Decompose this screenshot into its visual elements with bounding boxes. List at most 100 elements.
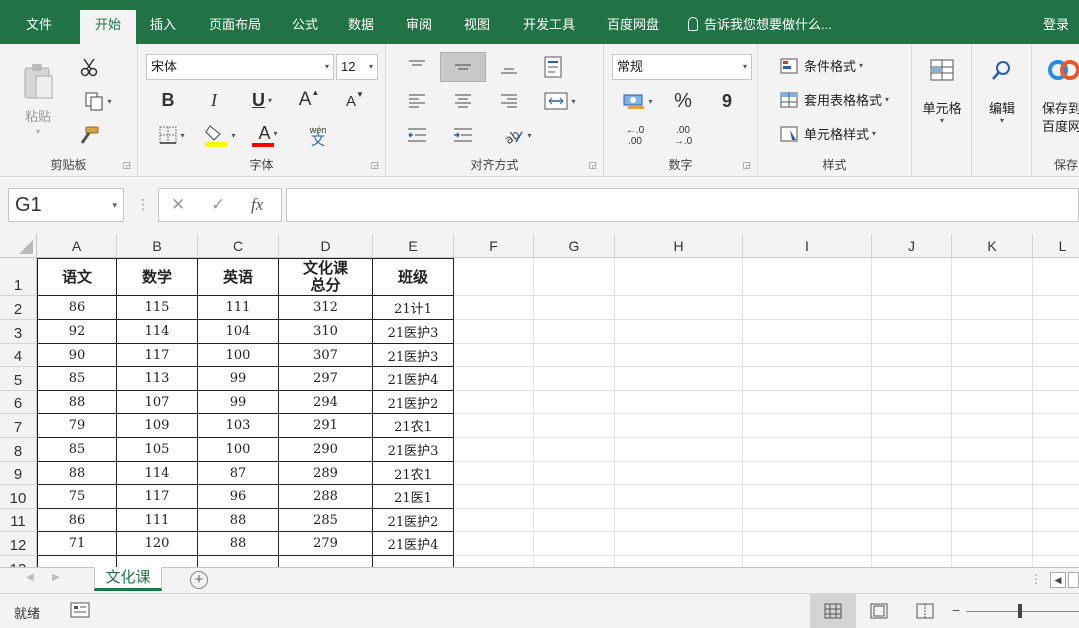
- conditional-formatting-button[interactable]: 条件格式 ▾: [780, 56, 863, 75]
- table-cell[interactable]: 289: [279, 462, 373, 485]
- grow-font-button[interactable]: A ▲: [294, 88, 324, 112]
- empty-cell[interactable]: [1033, 391, 1079, 414]
- font-color-button[interactable]: A ▾: [248, 120, 288, 150]
- table-cell[interactable]: 88: [37, 391, 117, 414]
- align-left-button[interactable]: [402, 88, 432, 114]
- align-top-button[interactable]: [402, 54, 432, 80]
- cancel-icon[interactable]: ✕: [171, 189, 185, 221]
- empty-cell[interactable]: [615, 320, 743, 344]
- empty-cell[interactable]: [872, 556, 952, 567]
- column-header-h[interactable]: H: [615, 234, 743, 258]
- table-cell[interactable]: 291: [279, 414, 373, 438]
- row-header-1[interactable]: 1: [0, 258, 37, 296]
- add-sheet-button[interactable]: +: [190, 571, 208, 589]
- empty-cell[interactable]: [1033, 344, 1079, 367]
- empty-cell[interactable]: [454, 258, 534, 296]
- empty-cell[interactable]: [1033, 556, 1079, 567]
- empty-cell[interactable]: [1033, 320, 1079, 344]
- column-header-f[interactable]: F: [454, 234, 534, 258]
- table-cell[interactable]: 21医护2: [373, 509, 454, 532]
- table-cell[interactable]: 279: [279, 532, 373, 556]
- empty-cell[interactable]: [872, 344, 952, 367]
- empty-cell[interactable]: [1033, 414, 1079, 438]
- empty-cell[interactable]: [952, 485, 1033, 509]
- macro-record-icon[interactable]: [70, 602, 90, 618]
- tab-file[interactable]: 文件: [16, 10, 62, 44]
- decrease-decimal-button[interactable]: .00 →.0: [666, 122, 700, 150]
- format-painter-button[interactable]: [74, 122, 104, 148]
- header-cell[interactable]: 班级: [373, 258, 454, 296]
- empty-cell[interactable]: [534, 258, 615, 296]
- empty-cell[interactable]: [743, 556, 872, 567]
- format-as-table-button[interactable]: 套用表格格式 ▾: [780, 90, 889, 109]
- table-cell[interactable]: 294: [279, 391, 373, 414]
- row-header-3[interactable]: 3: [0, 320, 37, 344]
- empty-cell[interactable]: [872, 414, 952, 438]
- table-cell[interactable]: 99: [198, 391, 279, 414]
- column-header-d[interactable]: D: [279, 234, 373, 258]
- row-header-13[interactable]: 13: [0, 556, 37, 567]
- table-cell[interactable]: 85: [37, 367, 117, 391]
- empty-cell[interactable]: [952, 391, 1033, 414]
- table-cell[interactable]: 288: [279, 485, 373, 509]
- column-header-k[interactable]: K: [952, 234, 1033, 258]
- align-center-button[interactable]: [448, 88, 478, 114]
- empty-cell[interactable]: [615, 344, 743, 367]
- tab-insert[interactable]: 插入: [140, 10, 186, 44]
- tab-page-layout[interactable]: 页面布局: [198, 10, 272, 44]
- phonetic-guide-button[interactable]: wén 文: [298, 120, 338, 150]
- empty-cell[interactable]: [872, 485, 952, 509]
- table-cell[interactable]: 88: [198, 532, 279, 556]
- empty-cell[interactable]: [952, 509, 1033, 532]
- table-cell[interactable]: 107: [117, 391, 198, 414]
- table-cell[interactable]: 96: [198, 485, 279, 509]
- tab-view[interactable]: 视图: [454, 10, 500, 44]
- empty-cell[interactable]: [454, 367, 534, 391]
- empty-cell[interactable]: [534, 414, 615, 438]
- table-cell[interactable]: 100: [198, 344, 279, 367]
- cells-button[interactable]: [922, 52, 962, 88]
- editing-dropdown-icon[interactable]: ▾: [972, 116, 1032, 125]
- empty-cell[interactable]: [952, 556, 1033, 567]
- empty-cell[interactable]: [534, 391, 615, 414]
- table-cell[interactable]: 115: [117, 296, 198, 320]
- column-header-e[interactable]: E: [373, 234, 454, 258]
- table-cell[interactable]: 117: [117, 485, 198, 509]
- cut-button[interactable]: [74, 54, 104, 80]
- column-header-l[interactable]: L: [1033, 234, 1079, 258]
- empty-cell[interactable]: [743, 485, 872, 509]
- column-header-c[interactable]: C: [198, 234, 279, 258]
- align-right-button[interactable]: [494, 88, 524, 114]
- enter-icon[interactable]: ✓: [211, 189, 225, 221]
- empty-cell[interactable]: [534, 367, 615, 391]
- table-cell[interactable]: 86: [37, 296, 117, 320]
- header-cell[interactable]: 英语: [198, 258, 279, 296]
- empty-cell[interactable]: [615, 258, 743, 296]
- empty-cell[interactable]: [872, 296, 952, 320]
- table-cell[interactable]: 85: [37, 438, 117, 462]
- table-cell[interactable]: 114: [117, 462, 198, 485]
- empty-cell[interactable]: [615, 532, 743, 556]
- copy-button[interactable]: ▾: [74, 88, 122, 114]
- formula-input[interactable]: [286, 188, 1079, 222]
- merge-center-button[interactable]: ▾: [536, 88, 584, 114]
- row-header-2[interactable]: 2: [0, 296, 37, 320]
- scroll-last-sheet-icon[interactable]: ▶: [52, 572, 60, 583]
- table-cell[interactable]: [198, 556, 279, 567]
- empty-cell[interactable]: [743, 532, 872, 556]
- empty-cell[interactable]: [743, 367, 872, 391]
- table-cell[interactable]: [279, 556, 373, 567]
- baidu-save-button[interactable]: [1046, 52, 1079, 88]
- cells-dropdown-icon[interactable]: ▾: [912, 116, 972, 125]
- tab-developer[interactable]: 开发工具: [512, 10, 586, 44]
- empty-cell[interactable]: [1033, 296, 1079, 320]
- horizontal-scrollbar[interactable]: [1068, 572, 1079, 588]
- align-bottom-button[interactable]: [494, 54, 524, 80]
- empty-cell[interactable]: [615, 438, 743, 462]
- table-cell[interactable]: 105: [117, 438, 198, 462]
- empty-cell[interactable]: [952, 532, 1033, 556]
- table-cell[interactable]: 307: [279, 344, 373, 367]
- empty-cell[interactable]: [534, 556, 615, 567]
- table-cell[interactable]: 117: [117, 344, 198, 367]
- shrink-font-button[interactable]: A ▼: [340, 90, 370, 112]
